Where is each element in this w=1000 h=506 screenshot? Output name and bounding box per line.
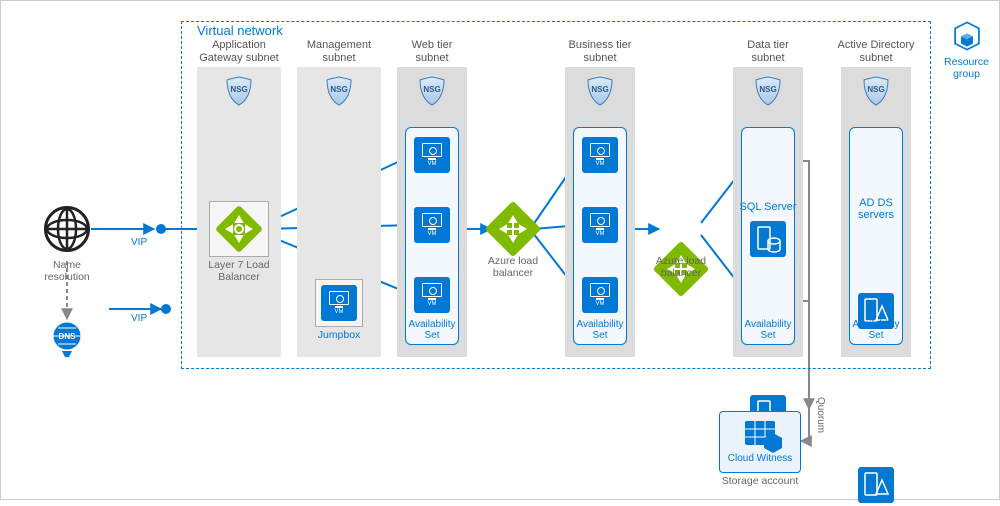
adds-vm-icon	[858, 467, 894, 503]
jumpbox-box: VM	[315, 279, 363, 327]
availability-set-label: Availability Set	[741, 319, 795, 341]
svg-text:NSG: NSG	[867, 85, 884, 94]
nsg-shield-icon: NSG	[586, 75, 614, 107]
vm-icon: VM	[582, 137, 618, 173]
subnet-mgmt-label: Management subnet	[297, 39, 381, 65]
sql-server-label: SQL Server	[739, 201, 797, 213]
adds-servers-label: AD DS servers	[847, 197, 905, 221]
subnet-ad-label: Active Directory subnet	[831, 39, 921, 65]
resource-group-icon: Resource group	[944, 19, 989, 80]
svg-text:NSG: NSG	[330, 85, 347, 94]
hexagon-icon	[761, 431, 785, 455]
vm-icon: VM	[582, 277, 618, 313]
dns-icon: DNS	[52, 321, 82, 360]
subnet-biz-label: Business tier subnet	[565, 39, 635, 65]
svg-text:NSG: NSG	[591, 85, 608, 94]
vip-label: VIP	[131, 237, 147, 248]
cloud-witness-box: Cloud Witness	[719, 411, 801, 473]
resource-group-label: Resource group	[944, 56, 989, 80]
subnet-appgw-label: Application Gateway subnet	[197, 39, 281, 65]
subnet-web-label: Web tier subnet	[397, 39, 467, 65]
availability-set-label: Availability Set	[573, 319, 627, 341]
vip-endpoint-icon	[156, 224, 166, 234]
load-balancer-icon	[215, 205, 263, 253]
internet-globe-icon	[44, 206, 90, 252]
quorum-label: Quorum	[815, 397, 826, 433]
vip-label: VIP	[131, 313, 147, 324]
vm-icon: VM	[414, 277, 450, 313]
name-resolution-label: Name resolution	[39, 259, 95, 283]
vm-icon: VM	[414, 137, 450, 173]
nsg-shield-icon: NSG	[225, 75, 253, 107]
vm-icon: VM	[321, 285, 357, 321]
storage-account-label: Storage account	[715, 475, 805, 487]
virtual-network-label: Virtual network	[197, 23, 283, 38]
vip-endpoint-icon	[161, 304, 171, 314]
azure-lb-label: Azure load balancer	[649, 255, 713, 279]
svg-text:NSG: NSG	[230, 85, 247, 94]
virtual-network-boundary	[181, 21, 931, 369]
azure-lb-label: Azure load balancer	[481, 255, 545, 279]
availability-set-label: Availability Set	[849, 319, 903, 341]
nsg-shield-icon: NSG	[418, 75, 446, 107]
nsg-shield-icon: NSG	[754, 75, 782, 107]
subnet-data-label: Data tier subnet	[733, 39, 803, 65]
jumpbox-label: Jumpbox	[307, 329, 371, 341]
svg-text:NSG: NSG	[423, 85, 440, 94]
nsg-shield-icon: NSG	[325, 75, 353, 107]
svg-text:NSG: NSG	[759, 85, 776, 94]
layer7-lb-box	[209, 201, 269, 257]
vm-icon: VM	[414, 207, 450, 243]
svg-text:DNS: DNS	[59, 332, 77, 341]
sql-vm-icon	[750, 221, 786, 257]
nsg-shield-icon: NSG	[862, 75, 890, 107]
layer7-lb-label: Layer 7 Load Balancer	[201, 259, 277, 283]
availability-set-label: Availability Set	[405, 319, 459, 341]
load-balancer-icon	[485, 201, 542, 258]
vm-icon: VM	[582, 207, 618, 243]
